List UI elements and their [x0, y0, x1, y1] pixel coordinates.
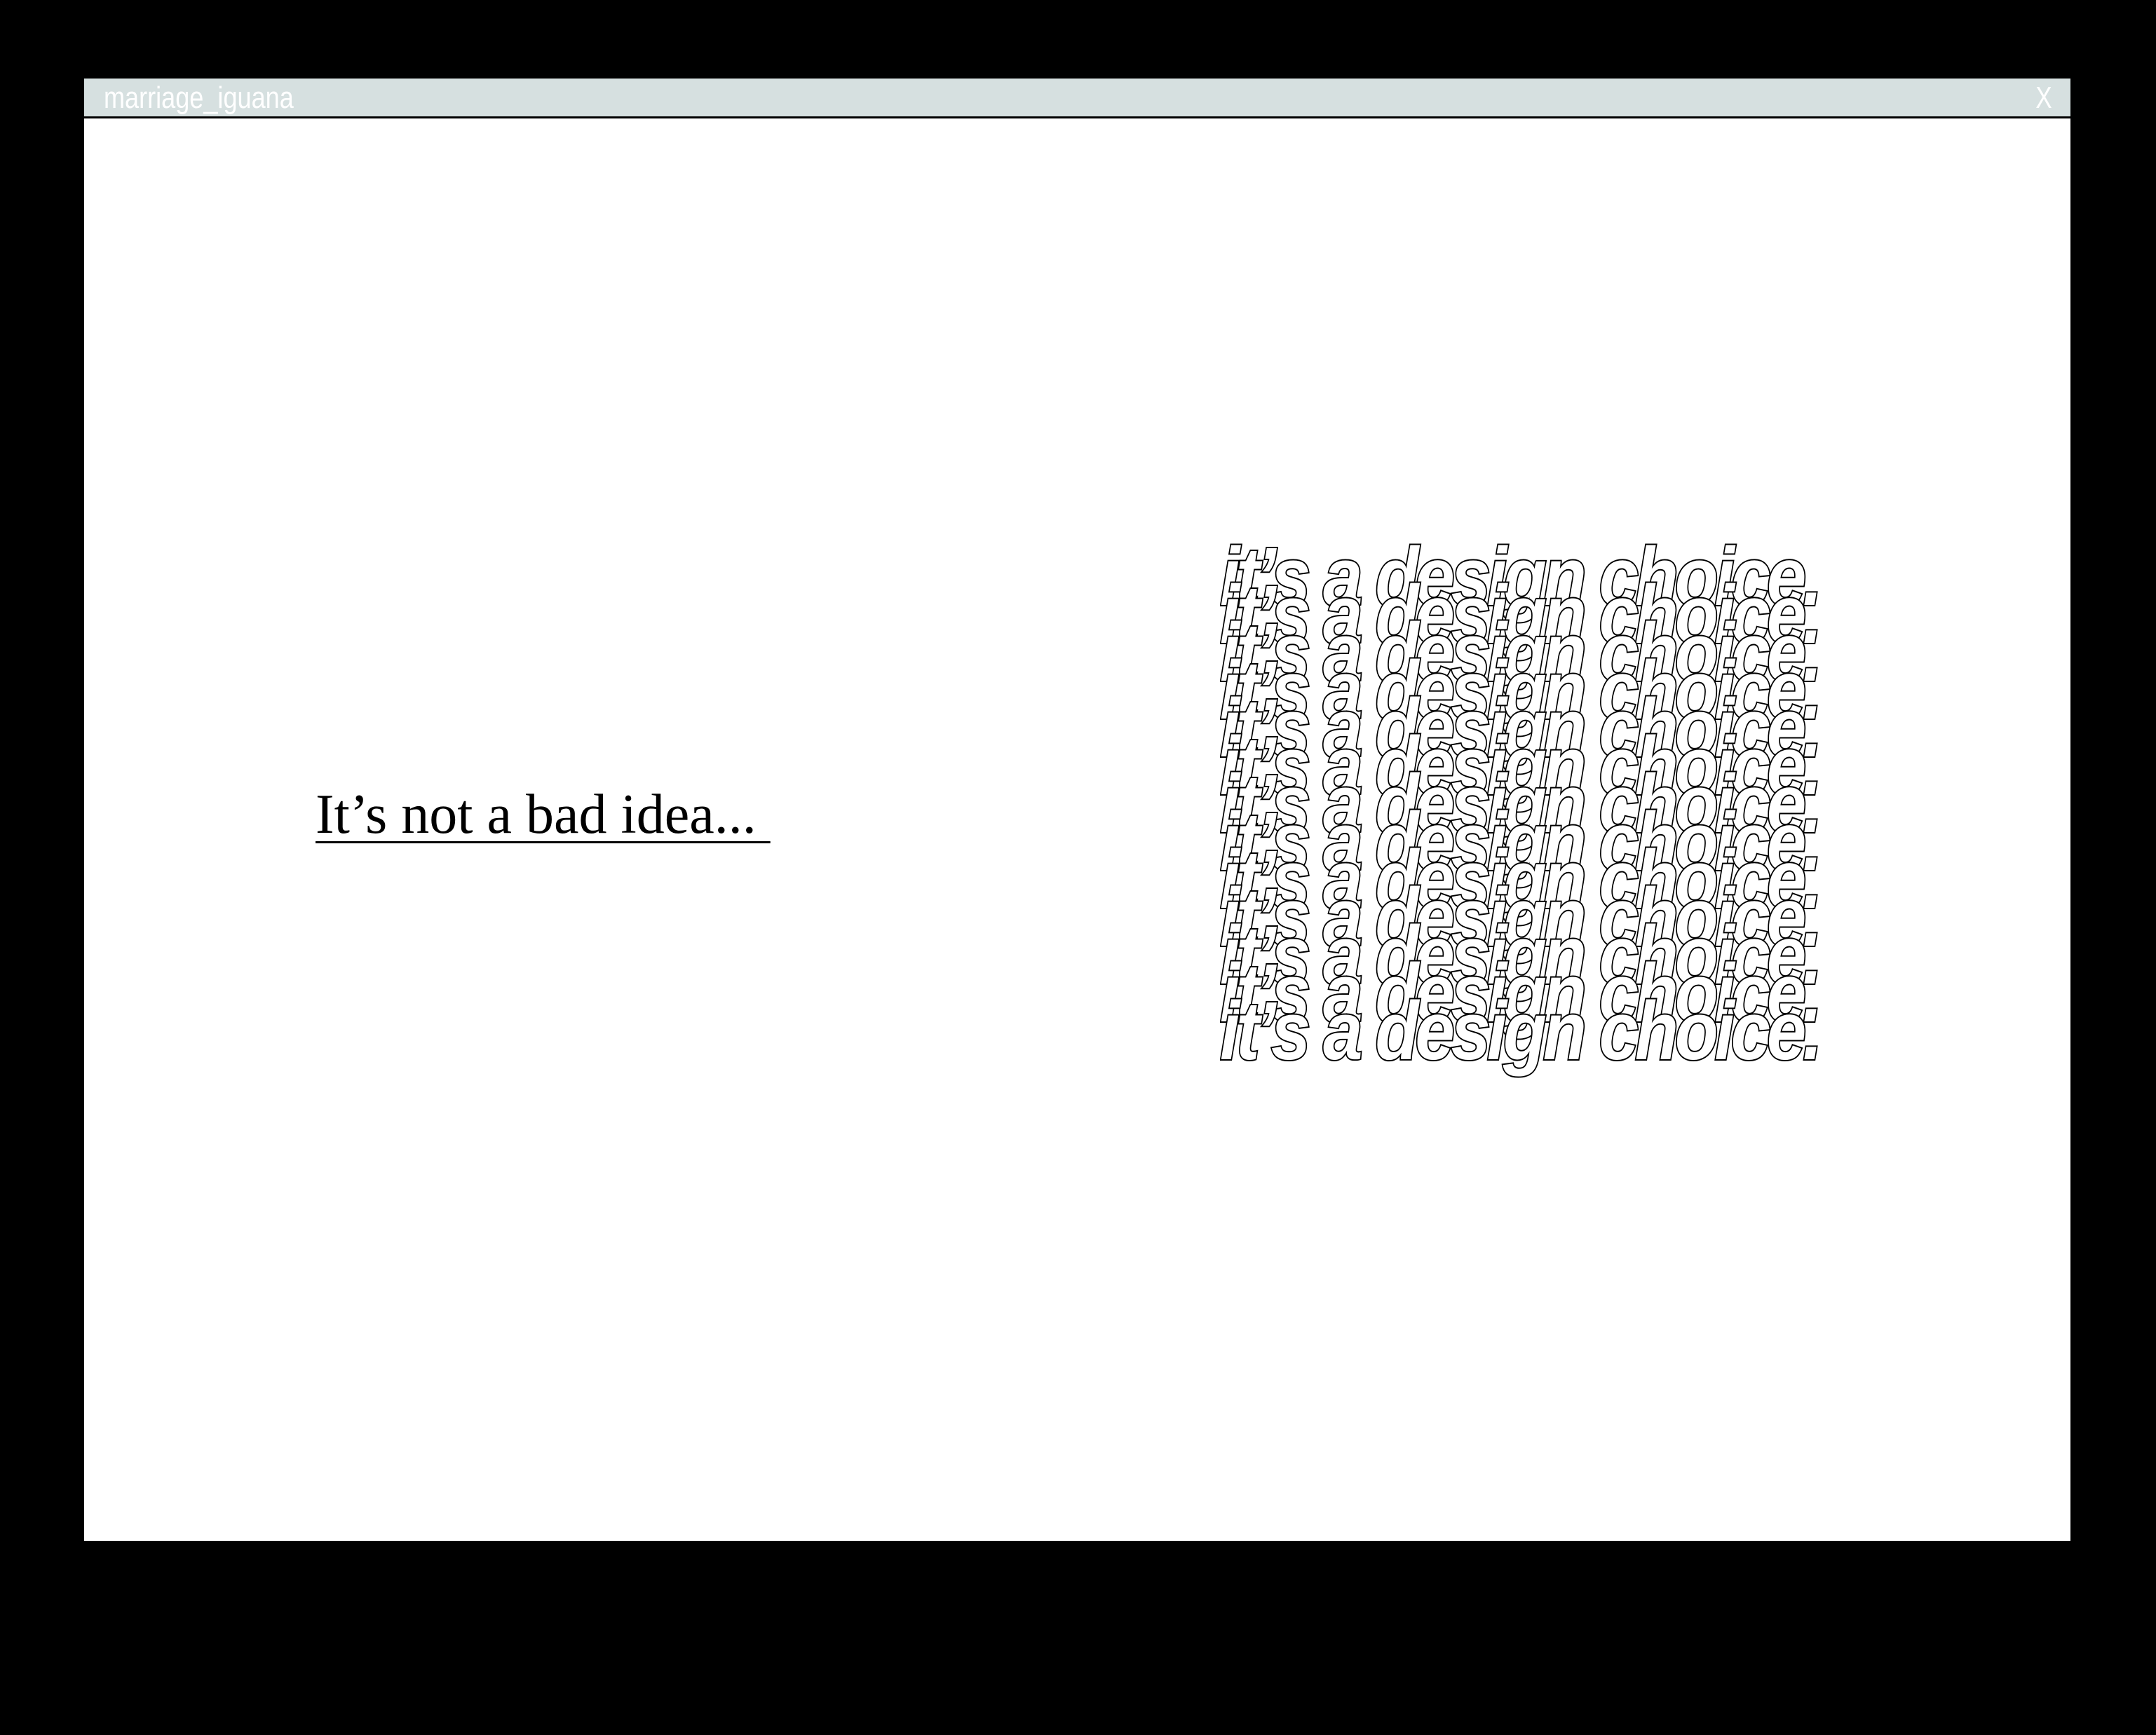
app-window: marriage_iguana X It’s not a bad idea...…: [84, 79, 2070, 1541]
design-choice-line: it’s a design choice.: [1219, 909, 1824, 1002]
design-choice-line: it’s a design choice.: [1219, 682, 1824, 775]
design-choice-line: it’s a design choice.: [1219, 606, 1824, 699]
title-bar[interactable]: marriage_iguana X: [84, 79, 2070, 118]
design-choice-line: it’s a design choice.: [1219, 796, 1824, 888]
design-choice-line: it’s a design choice.: [1219, 720, 1824, 812]
design-choice-line: it’s a design choice.: [1219, 985, 1824, 1077]
design-choice-line: it’s a design choice.: [1219, 947, 1824, 1040]
design-choice-line: it’s a design choice.: [1219, 569, 1824, 661]
design-choice-line: it’s a design choice.: [1219, 644, 1824, 737]
design-choice-line: it’s a design choice.: [1219, 758, 1824, 850]
design-choice-line: it’s a design choice.: [1219, 834, 1824, 926]
close-button[interactable]: X: [2033, 80, 2055, 116]
window-title: marriage_iguana: [104, 81, 294, 115]
not-a-bad-idea-link[interactable]: It’s not a bad idea...: [316, 780, 771, 850]
design-choice-line: it’s a design choice.: [1219, 871, 1824, 964]
design-choice-line: it’s a design choice.: [1219, 531, 1824, 623]
